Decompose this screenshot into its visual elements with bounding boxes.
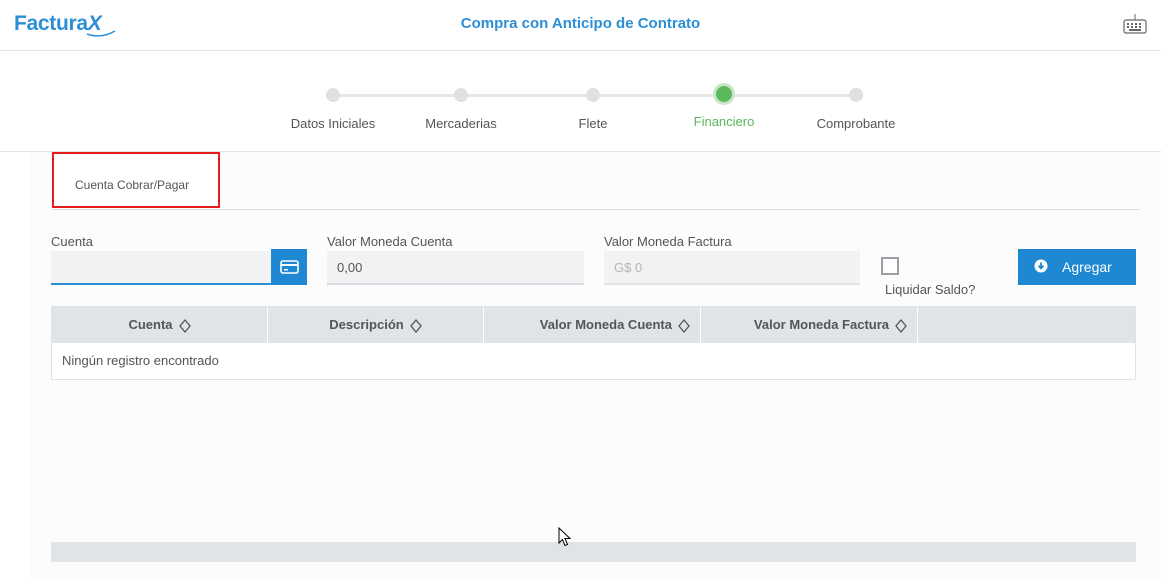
- step-comprobante[interactable]: Comprobante: [786, 86, 926, 131]
- agregar-button[interactable]: Agregar: [1018, 249, 1136, 285]
- valor-moneda-cuenta-input[interactable]: 0,00: [327, 251, 584, 285]
- step-dot: [849, 88, 863, 102]
- credit-card-icon: [280, 260, 299, 274]
- wizard-stepper: Datos Iniciales Mercaderias Flete Financ…: [0, 51, 1161, 152]
- liquidar-saldo-checkbox[interactable]: [881, 257, 899, 275]
- cuenta-search-button[interactable]: [271, 249, 307, 285]
- valor-moneda-factura-input[interactable]: G$ 0: [604, 251, 860, 285]
- top-bar: FacturaX Compra con Anticipo de Contrato: [0, 0, 1161, 51]
- step-datos-iniciales[interactable]: Datos Iniciales: [263, 86, 403, 131]
- agregar-button-label: Agregar: [1062, 259, 1112, 275]
- sort-icon: [895, 318, 907, 333]
- keyboard-button[interactable]: [1122, 12, 1148, 36]
- step-dot: [454, 88, 468, 102]
- step-label: Financiero: [693, 114, 755, 129]
- step-dot-active: [716, 86, 732, 102]
- main-content: Cuenta Cobrar/Pagar Cuenta Valor Moneda …: [30, 152, 1161, 579]
- column-header-label: Descripción: [329, 317, 404, 332]
- column-header-label: Valor Moneda Factura: [753, 317, 889, 332]
- sort-icon: [678, 318, 690, 333]
- column-header-actions: [918, 307, 1135, 343]
- step-mercaderias[interactable]: Mercaderias: [391, 86, 531, 131]
- sort-icon: [409, 318, 422, 333]
- column-header-label: Valor Moneda Cuenta: [539, 317, 672, 332]
- column-header-valor-moneda-cuenta[interactable]: Valor Moneda Cuenta: [484, 307, 701, 343]
- accounts-table: Cuenta Descripción Valor Moneda Cuenta V…: [51, 306, 1136, 380]
- cuenta-label: Cuenta: [51, 234, 93, 249]
- table-header: Cuenta Descripción Valor Moneda Cuenta V…: [52, 307, 1135, 343]
- step-dot: [586, 88, 600, 102]
- tab-divider: [52, 209, 1140, 210]
- step-financiero[interactable]: Financiero: [654, 86, 794, 129]
- page-title: Compra con Anticipo de Contrato: [460, 15, 701, 32]
- step-label: Mercaderias: [425, 116, 497, 131]
- cuenta-input[interactable]: [51, 251, 271, 285]
- step-dot: [326, 88, 340, 102]
- column-header-descripcion[interactable]: Descripción: [268, 307, 484, 343]
- valor-moneda-factura-label: Valor Moneda Factura: [604, 234, 732, 249]
- column-header-cuenta[interactable]: Cuenta: [52, 307, 268, 343]
- empty-table-message: Ningún registro encontrado: [62, 353, 219, 368]
- keyboard-icon: [1123, 13, 1147, 34]
- liquidar-saldo-label: Liquidar Saldo?: [885, 282, 976, 297]
- column-header-label: Cuenta: [128, 317, 173, 332]
- mouse-cursor-icon: [558, 527, 572, 547]
- valor-moneda-cuenta-label: Valor Moneda Cuenta: [327, 234, 453, 249]
- step-label: Flete: [578, 116, 608, 131]
- step-label: Datos Iniciales: [290, 116, 376, 131]
- table-footer-bar: [51, 542, 1136, 562]
- column-header-valor-moneda-factura[interactable]: Valor Moneda Factura: [701, 307, 918, 343]
- step-label: Comprobante: [816, 116, 896, 131]
- download-circle-icon: [1034, 259, 1048, 273]
- step-flete[interactable]: Flete: [523, 86, 663, 131]
- tab-cuenta-cobrar-pagar[interactable]: Cuenta Cobrar/Pagar: [52, 152, 220, 208]
- sort-icon: [178, 318, 191, 333]
